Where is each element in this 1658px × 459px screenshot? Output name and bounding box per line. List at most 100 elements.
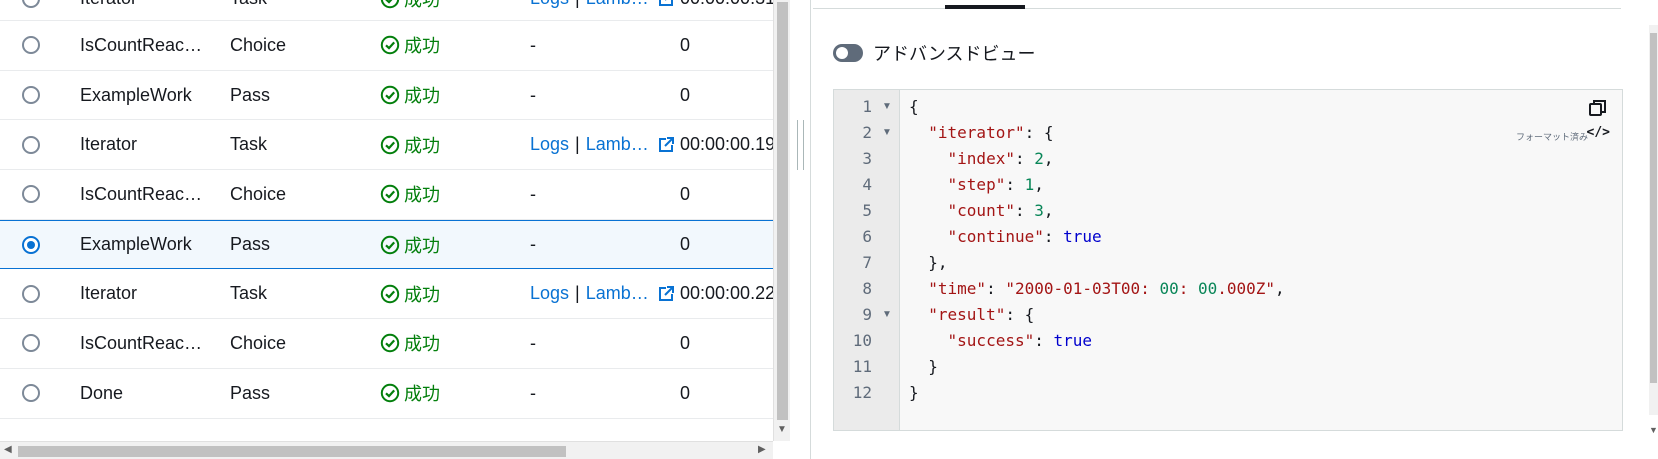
duration: 0 [680,183,691,204]
duration: 00:00:00.195 [680,134,786,155]
copy-icon[interactable] [1588,98,1608,118]
logs-link[interactable]: Logs [530,134,569,155]
resource-text: - [530,183,536,204]
splitter-grip-icon[interactable] [797,120,804,170]
lambda-link[interactable]: Lamb… [586,134,649,155]
table-row[interactable]: Done Pass 成功 - 0 [0,369,773,419]
status-label: 成功 [404,36,440,57]
scroll-down-arrow-icon[interactable]: ▼ [1649,425,1658,435]
check-circle-icon [380,185,400,204]
row-select-cell[interactable] [22,71,40,120]
row-select-cell[interactable] [22,21,40,70]
line-number: 3 [862,149,872,168]
step-name: IsCountReac… [80,183,202,204]
scrollbar-thumb[interactable] [1650,33,1657,383]
table-horizontal-scrollbar[interactable]: ◀ ▶ [0,441,773,459]
table-body: Iterator Task 成功 Logs | Lamb… 00:00:00.311… [0,0,785,419]
resource-cell: - [530,71,536,120]
row-select-cell[interactable] [22,120,40,169]
row-radio-button[interactable] [22,135,40,154]
line-number: 2 [862,123,872,142]
scrollbar-thumb[interactable] [18,446,566,457]
code-line: }, [909,253,948,272]
table-row[interactable]: IsCountReac… Choice 成功 - 0 [0,170,773,220]
code-line: "success": true [947,331,1093,350]
format-label: フォーマット済み [1515,132,1588,142]
status-cell: 成功 [380,170,440,219]
table-row[interactable]: IsCountReac… Choice 成功 - 0 [0,319,773,369]
json-code-editor[interactable]: 1 ▼ 2 ▼ 3 4 5 6 7 8 9 ▼ 10 11 12 { "iterator": { "inde… [833,89,1623,431]
details-vertical-scrollbar[interactable]: ▼ [1649,25,1658,435]
status-cell: 成功 [380,71,440,120]
step-type: Pass [230,382,271,403]
fold-arrow-icon[interactable]: ▼ [882,94,896,120]
logs-link[interactable]: Logs [530,0,569,9]
line-number: 5 [862,201,872,220]
step-type: Choice [230,34,287,55]
row-radio-button[interactable] [22,185,40,204]
code-line: } [909,357,938,376]
link-separator: | [575,0,580,9]
scrollbar-thumb[interactable] [777,2,788,420]
row-radio-button[interactable] [22,334,40,353]
status-label: 成功 [404,384,440,405]
line-number-gutter: 1 ▼ 2 ▼ 3 4 5 6 7 8 9 ▼ 10 11 12 [834,90,900,430]
code-icon[interactable]: </> [1587,125,1610,140]
fold-arrow-icon[interactable]: ▼ [882,302,896,328]
duration: 0 [680,84,691,105]
row-radio-button[interactable] [22,235,40,254]
table-row[interactable]: Iterator Task 成功 Logs | Lamb… 00:00:00.222 [0,269,785,320]
row-select-cell[interactable] [22,319,40,368]
code-line: "index": 2, [947,149,1054,168]
table-vertical-scrollbar[interactable]: ▼ [773,0,790,441]
logs-link[interactable]: Logs [530,283,569,304]
scroll-down-arrow-icon[interactable]: ▼ [777,424,787,435]
table-row[interactable]: ExampleWork Pass 成功 - 0 [0,219,773,270]
scroll-right-arrow-icon[interactable]: ▶ [758,444,766,455]
fold-arrow-icon[interactable]: ▼ [882,120,896,146]
row-select-cell[interactable] [22,0,40,20]
row-select-cell[interactable] [22,221,40,269]
lambda-link[interactable]: Lamb… [586,283,649,304]
step-name: Iterator [80,134,138,155]
table-row[interactable]: IsCountReac… Choice 成功 - 0 [0,21,773,71]
line-number: 11 [852,357,872,376]
step-type: Choice [230,183,287,204]
code-line: "continue": true [947,227,1102,246]
resource-cell: - [530,221,536,269]
code-line: "result": { [928,305,1035,324]
external-link-icon[interactable] [657,0,675,8]
status-cell: 成功 [380,319,440,368]
duration: 0 [680,382,691,403]
row-radio-button[interactable] [22,86,40,105]
step-type: Task [230,0,267,20]
table-row[interactable]: Iterator Task 成功 Logs | Lamb… 00:00:00.311 [0,0,784,21]
table-row[interactable]: ExampleWork Pass 成功 - 0 [0,71,773,121]
status-label: 成功 [404,135,440,156]
advanced-view-toggle-row[interactable]: アドバンスドビュー [833,40,1036,66]
resource-text: - [530,234,536,255]
status-cell: 成功 [380,269,440,318]
lambda-link[interactable]: Lamb… [586,0,649,9]
status-cell: 成功 [380,369,440,418]
step-type: Choice [230,332,287,353]
row-select-cell[interactable] [22,369,40,418]
step-name: Done [80,382,124,403]
external-link-icon[interactable] [657,136,675,154]
external-link-icon[interactable] [657,285,675,303]
row-select-cell[interactable] [22,269,40,318]
advanced-view-toggle[interactable] [833,44,863,62]
splitter-line [810,0,811,459]
row-radio-button[interactable] [22,0,40,8]
active-tab-indicator [945,5,1025,9]
row-radio-button[interactable] [22,384,40,403]
scroll-left-arrow-icon[interactable]: ◀ [4,444,12,455]
code-line: } [909,383,919,402]
row-radio-button[interactable] [22,284,40,303]
pane-splitter[interactable] [790,0,813,459]
table-row[interactable]: Iterator Task 成功 Logs | Lamb… 00:00:00.195 [0,120,785,171]
row-radio-button[interactable] [22,36,40,55]
code-line: "time": "2000-01-03T00: 00: 00.000Z", [928,279,1285,298]
row-select-cell[interactable] [22,170,40,219]
step-type: Pass [230,84,271,105]
